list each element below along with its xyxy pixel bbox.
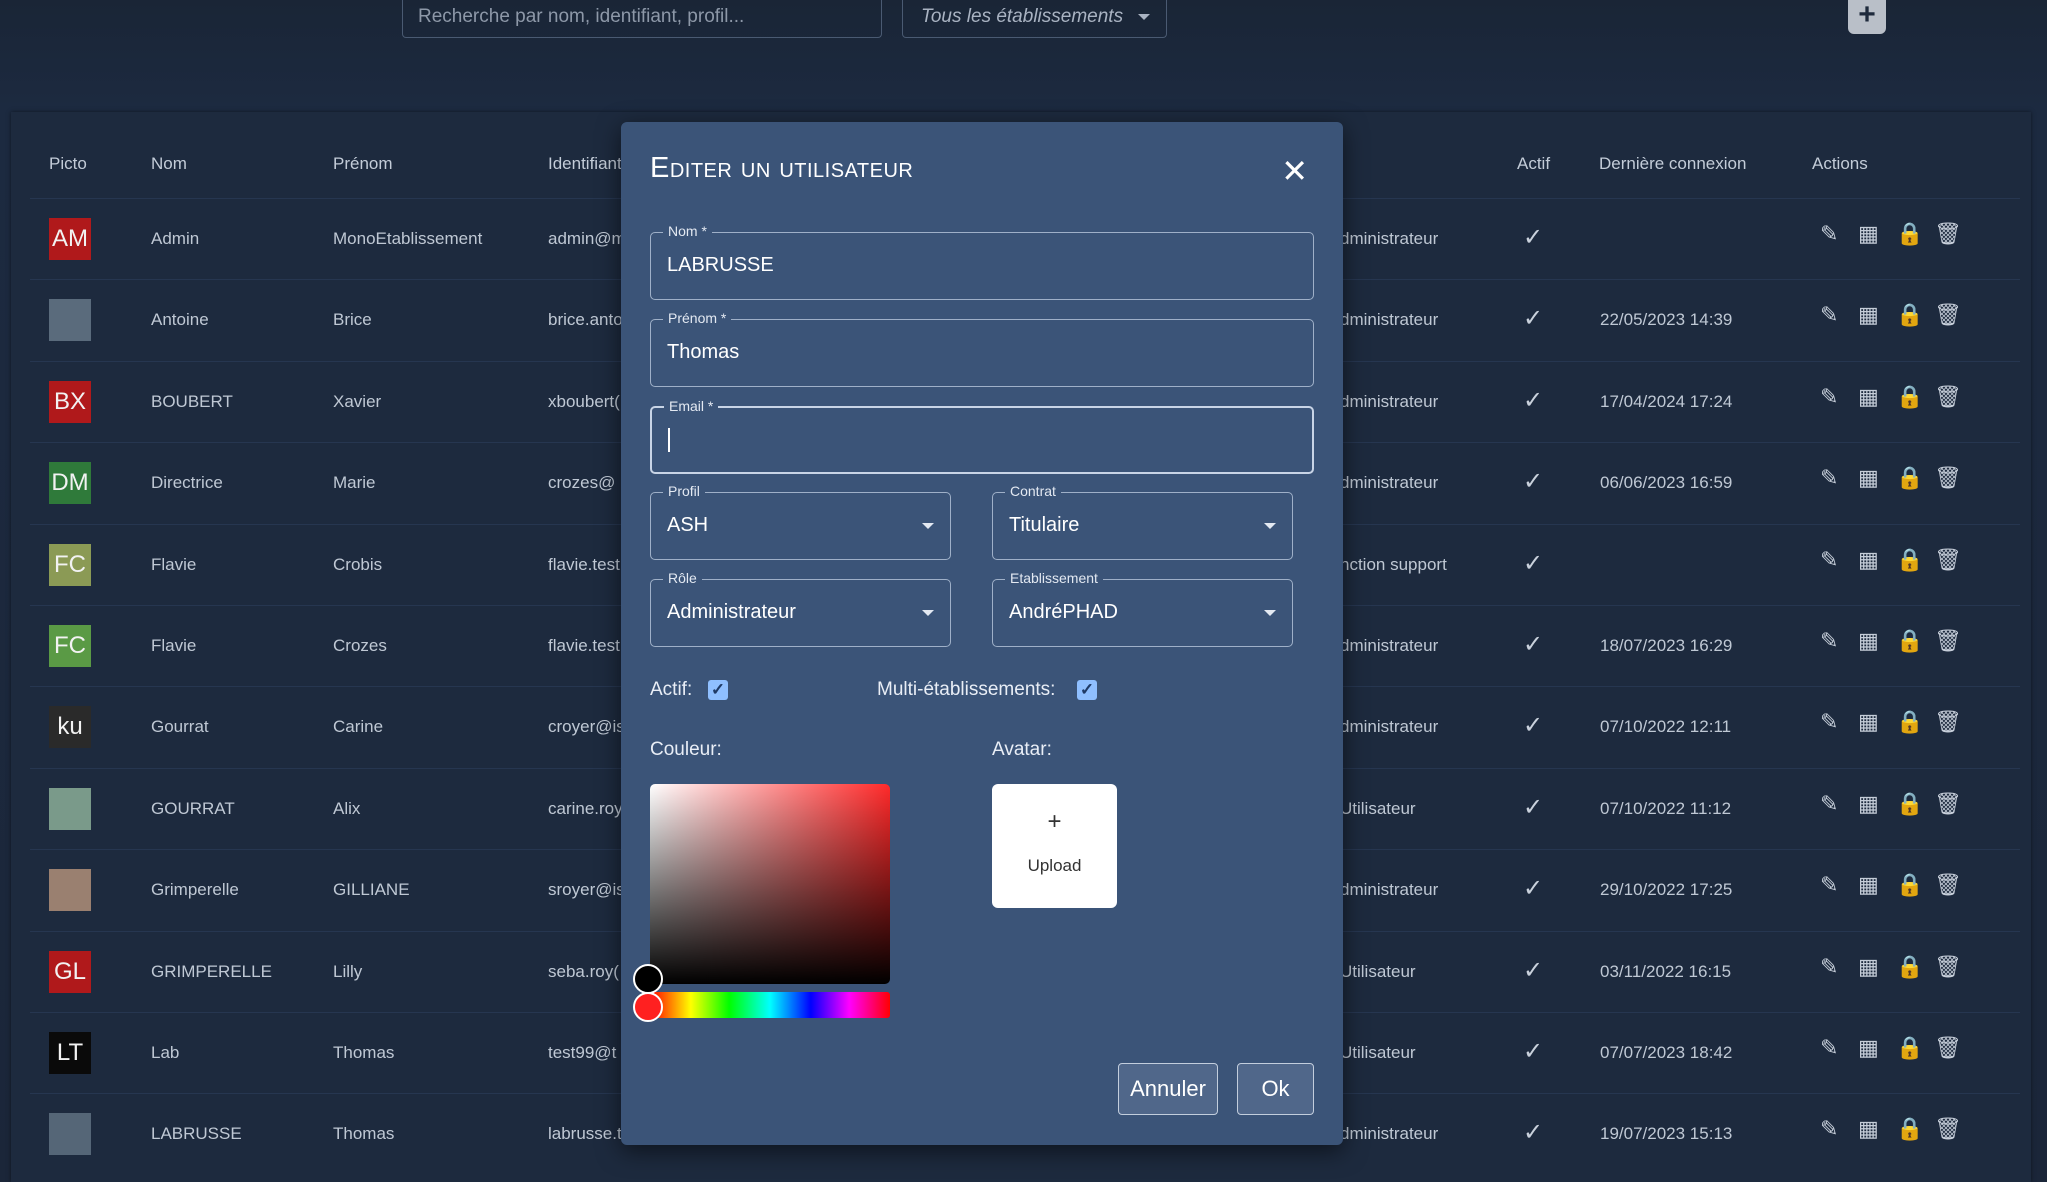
contrat-label: Contrat [1005, 483, 1061, 499]
color-saturation-picker[interactable] [650, 784, 890, 984]
actif-label: Actif: [650, 679, 693, 700]
edit-user-dialog: Editer un utilisateur ✕ Nom * LABRUSSE P… [621, 122, 1343, 1145]
multi-etablissements-label: Multi-établissements: [877, 679, 1056, 700]
nom-value: LABRUSSE [667, 254, 774, 276]
chevron-down-icon [922, 610, 934, 616]
upload-label: Upload [1027, 856, 1082, 875]
plus-icon: + [1047, 808, 1062, 835]
etablissement-value: AndréPHAD [1009, 601, 1118, 623]
couleur-label: Couleur: [650, 739, 722, 760]
email-label: Email * [664, 398, 719, 414]
prenom-label: Prénom * [663, 310, 732, 326]
ok-button[interactable]: Ok [1237, 1063, 1314, 1115]
nom-field[interactable]: Nom * LABRUSSE [650, 223, 1314, 300]
multi-etablissements-checkbox[interactable]: ✓ [1077, 680, 1097, 700]
email-field[interactable]: Email * [650, 398, 1314, 474]
etablissement-label: Etablissement [1005, 570, 1103, 586]
hue-slider[interactable] [650, 992, 890, 1018]
dialog-title: Editer un utilisateur [650, 152, 914, 184]
role-value: Administrateur [667, 601, 796, 623]
contrat-value: Titulaire [1009, 514, 1080, 536]
profil-value: ASH [667, 514, 709, 536]
cancel-button[interactable]: Annuler [1118, 1063, 1218, 1115]
contrat-select[interactable]: Contrat Titulaire [992, 483, 1293, 560]
actif-checkbox[interactable]: ✓ [708, 680, 728, 700]
avatar-label: Avatar: [992, 739, 1052, 760]
role-label: Rôle [663, 570, 702, 586]
etablissement-select[interactable]: Etablissement AndréPHAD [992, 570, 1293, 647]
chevron-down-icon [1264, 523, 1276, 529]
role-select[interactable]: Rôle Administrateur [650, 570, 951, 647]
prenom-value: Thomas [667, 341, 740, 363]
nom-label: Nom * [663, 223, 712, 239]
text-cursor [668, 428, 670, 452]
profil-select[interactable]: Profil ASH [650, 483, 951, 560]
prenom-field[interactable]: Prénom * Thomas [650, 310, 1314, 387]
hue-handle[interactable] [633, 992, 663, 1022]
avatar-upload-button[interactable]: + Upload [992, 784, 1117, 908]
modal-overlay: Editer un utilisateur ✕ Nom * LABRUSSE P… [0, 0, 2047, 1182]
profil-label: Profil [663, 483, 705, 499]
close-icon[interactable]: ✕ [1281, 152, 1308, 190]
chevron-down-icon [1264, 610, 1276, 616]
chevron-down-icon [922, 523, 934, 529]
saturation-handle[interactable] [633, 964, 663, 994]
